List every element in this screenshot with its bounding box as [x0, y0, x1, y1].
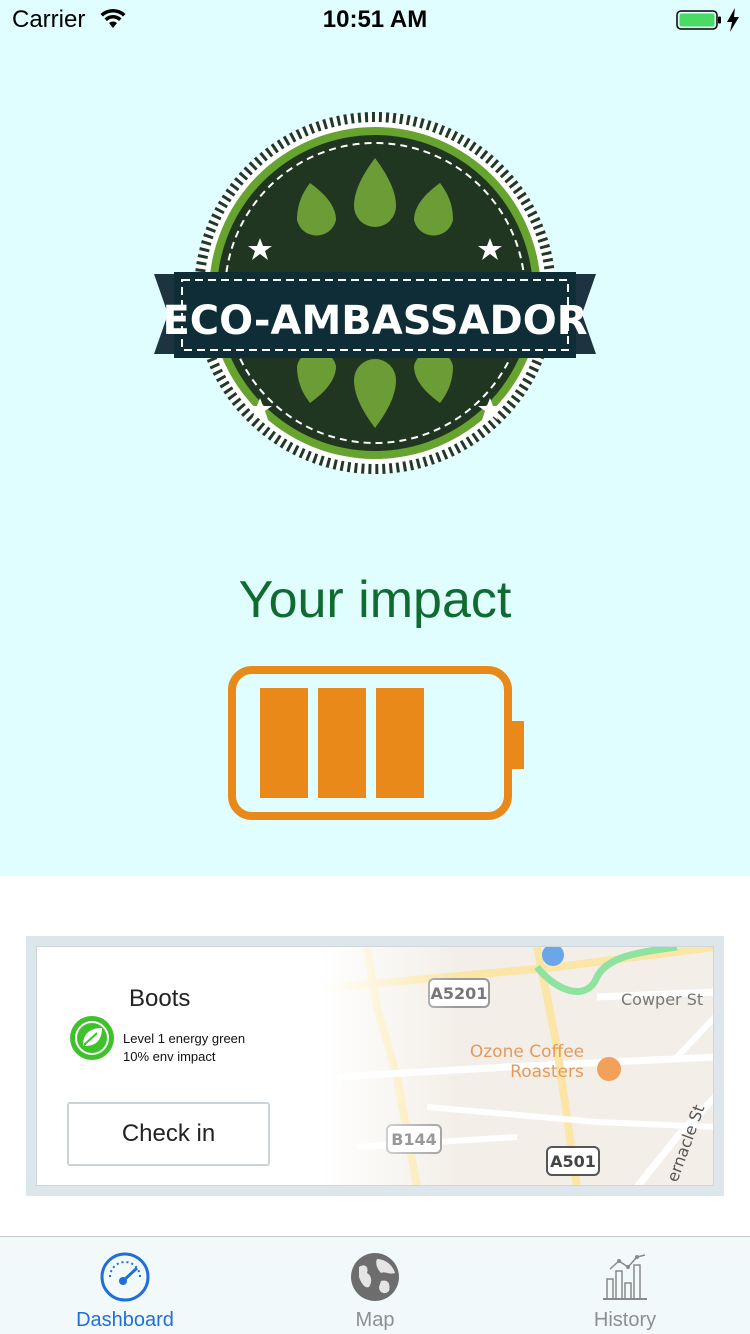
tab-map[interactable]: Map [250, 1237, 500, 1334]
road-label-b144: B144 [391, 1130, 437, 1149]
check-in-button[interactable]: Check in [67, 1102, 270, 1166]
charging-bolt-icon [727, 8, 739, 32]
speedometer-icon [100, 1252, 150, 1302]
tab-dashboard[interactable]: Dashboard [0, 1237, 250, 1334]
tab-history[interactable]: History [500, 1237, 750, 1334]
impact-title: Your impact [238, 571, 512, 629]
hero-section: ECO-AMBASSADOR Your impact [0, 40, 750, 876]
battery-status-icon [676, 10, 721, 30]
road-label-a501: A501 [550, 1152, 596, 1171]
battery-cell [376, 688, 424, 798]
street-label-cowper: Cowper St [621, 990, 703, 1009]
tab-label-history: History [593, 1309, 657, 1331]
road-label-a5201: A5201 [431, 984, 488, 1003]
store-card-frame: A5201 B144 A501 Cowper St ernacle St Ozo… [26, 936, 724, 1196]
impact-battery-icon [228, 666, 524, 820]
store-card[interactable]: A5201 B144 A501 Cowper St ernacle St Ozo… [36, 946, 714, 1186]
tab-label-map: Map [355, 1309, 395, 1331]
battery-cell [318, 688, 366, 798]
store-name: Boots [129, 985, 191, 1012]
eco-level-text: Level 1 energy green [123, 1031, 246, 1046]
eco-ambassador-badge: ECO-AMBASSADOR [154, 112, 596, 474]
poi-label-line1: Ozone Coffee [470, 1042, 584, 1062]
bar-chart-icon [603, 1254, 647, 1300]
tab-bar: Dashboard Map History [0, 1236, 750, 1334]
globe-icon [351, 1253, 399, 1301]
status-bar: Carrier 10:51 AM [0, 0, 750, 40]
battery-fill [260, 688, 424, 798]
battery-cell [260, 688, 308, 798]
tab-label-dashboard: Dashboard [76, 1309, 174, 1331]
eco-leaf-icon [70, 1016, 114, 1060]
poi-label-line2: Roasters [510, 1062, 584, 1082]
env-impact-text: 10% env impact [123, 1049, 216, 1064]
badge-text: ECO-AMBASSADOR [162, 298, 587, 344]
clock: 10:51 AM [322, 6, 428, 33]
